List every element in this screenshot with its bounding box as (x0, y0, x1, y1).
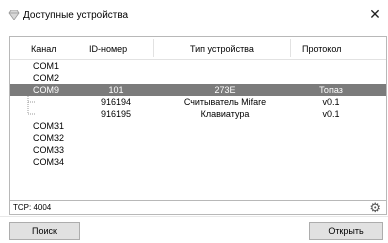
cell-channel: COM33 (33, 145, 65, 155)
cell-channel: COM34 (33, 157, 65, 167)
cell-protocol: v0.1 (322, 109, 340, 119)
close-icon[interactable]: ✕ (368, 7, 382, 21)
cell-protocol: Топаз (319, 85, 343, 95)
tree-connector-icon (27, 108, 35, 115)
cell-type: Считыватель Mifare (183, 97, 267, 107)
app-diamond-icon (8, 10, 20, 20)
cell-type: 273E (214, 85, 236, 95)
table-row[interactable]: COM31 (10, 120, 386, 132)
search-button[interactable]: Поиск (9, 222, 80, 240)
window-title: Доступные устройства (23, 10, 129, 21)
cell-channel: COM1 (33, 61, 60, 71)
open-button[interactable]: Открыть (309, 222, 383, 240)
tree-connector-icon (27, 96, 35, 108)
cell-id: 101 (108, 85, 124, 95)
cell-id: 916195 (100, 109, 132, 119)
column-header-channel[interactable]: Канал (31, 44, 56, 54)
cell-channel: COM9 (33, 85, 60, 95)
column-header-id[interactable]: ID-номер (89, 44, 127, 54)
table-row[interactable]: COM9 101 273E Топаз (10, 84, 386, 96)
table-header: Канал ID-номер Тип устройства Протокол (10, 37, 386, 60)
title-bar: Доступные устройства ✕ (0, 0, 388, 30)
table-row[interactable]: COM32 (10, 132, 386, 144)
column-divider (153, 39, 154, 57)
cell-id: 916194 (100, 97, 132, 107)
table-row[interactable]: COM2 (10, 72, 386, 84)
status-text: TCP: 4004 (13, 203, 52, 212)
gear-icon[interactable]: ⚙ (369, 201, 381, 214)
cell-channel: COM32 (33, 133, 65, 143)
column-divider (290, 39, 291, 57)
column-header-type[interactable]: Тип устройства (190, 44, 254, 54)
cell-channel: COM2 (33, 73, 60, 83)
column-header-protocol[interactable]: Протокол (302, 44, 341, 54)
cell-protocol: v0.1 (322, 97, 340, 107)
cell-type: Клавиатура (200, 109, 250, 119)
status-bar: TCP: 4004 ⚙ (9, 201, 387, 215)
devices-table: Канал ID-номер Тип устройства Протокол C… (9, 36, 387, 201)
dialog-window: Доступные устройства ✕ Канал ID-номер Ти… (0, 0, 388, 243)
table-row[interactable]: COM34 (10, 156, 386, 168)
table-row[interactable]: 916195 Клавиатура v0.1 (10, 108, 386, 120)
table-row[interactable]: COM1 (10, 60, 386, 72)
table-row[interactable]: 916194 Считыватель Mifare v0.1 (10, 96, 386, 108)
divider (0, 216, 388, 217)
table-row[interactable]: COM33 (10, 144, 386, 156)
cell-channel: COM31 (33, 121, 65, 131)
